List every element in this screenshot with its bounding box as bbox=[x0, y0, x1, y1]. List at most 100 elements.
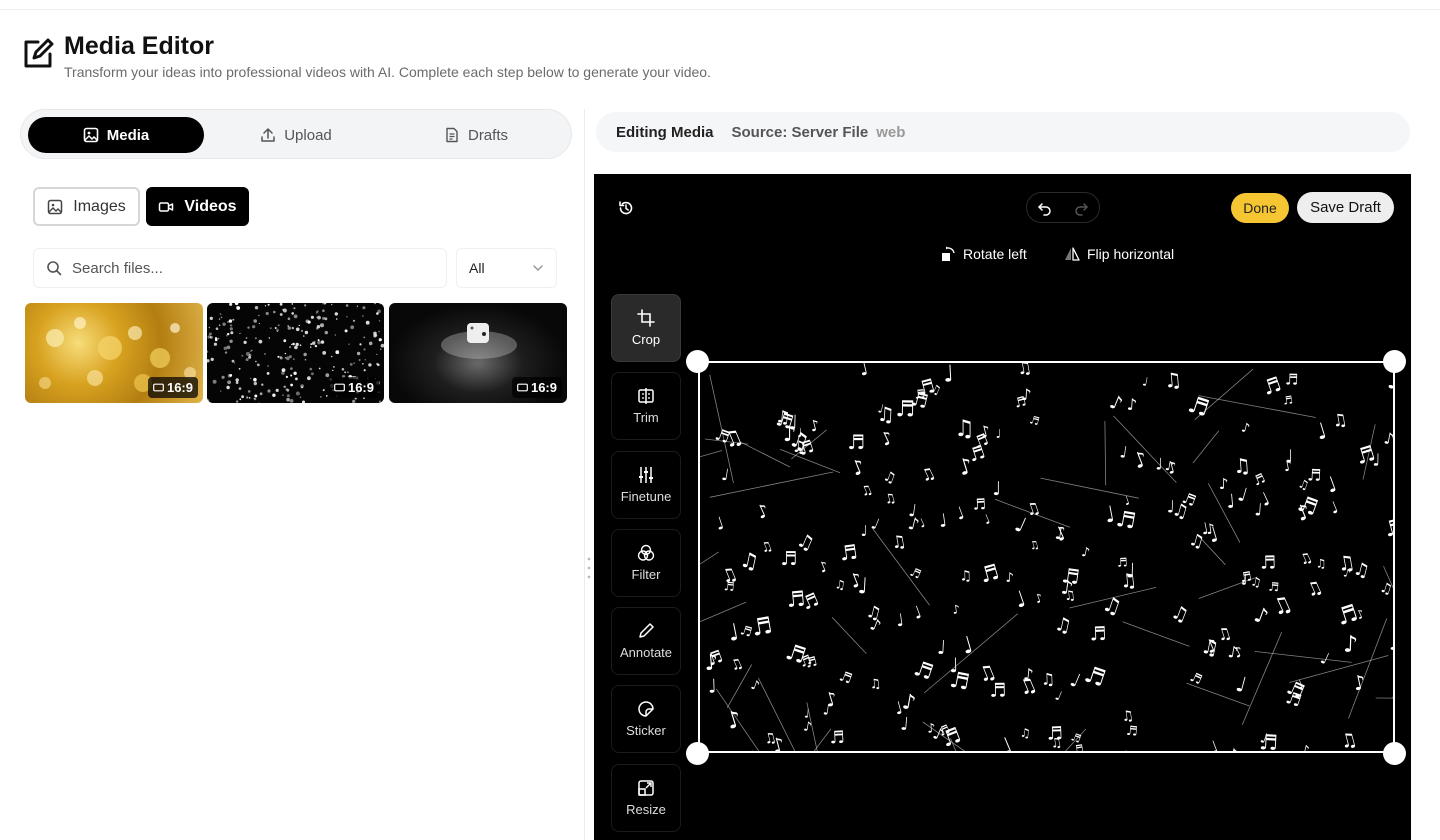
svg-text:♬: ♬ bbox=[1251, 471, 1268, 490]
svg-text:♩: ♩ bbox=[936, 637, 946, 659]
tool-annotate[interactable]: Annotate bbox=[611, 607, 681, 675]
page-title: Media Editor bbox=[64, 32, 215, 60]
svg-text:♬: ♬ bbox=[1072, 742, 1085, 753]
svg-text:♫: ♫ bbox=[1120, 708, 1135, 726]
filter-videos-button[interactable]: Videos bbox=[146, 187, 249, 226]
svg-text:♫: ♫ bbox=[869, 676, 882, 692]
media-thumbnail[interactable]: 16:9 bbox=[207, 303, 384, 403]
filter-videos-label: Videos bbox=[184, 197, 237, 215]
svg-text:♬: ♬ bbox=[947, 668, 971, 696]
tab-upload[interactable]: Upload bbox=[211, 117, 381, 153]
tool-filter[interactable]: Filter bbox=[611, 529, 681, 597]
filter-images-label: Images bbox=[73, 197, 126, 215]
resize-icon bbox=[638, 780, 654, 796]
aspect-badge: 16:9 bbox=[511, 377, 562, 398]
svg-text:♬: ♬ bbox=[1185, 391, 1213, 422]
svg-text:♫: ♫ bbox=[1168, 601, 1192, 628]
tool-resize-label: Resize bbox=[626, 802, 666, 817]
crop-handle-top-left[interactable] bbox=[686, 350, 709, 373]
svg-text:♫: ♫ bbox=[1316, 557, 1327, 571]
save-draft-button[interactable]: Save Draft bbox=[1297, 192, 1394, 223]
svg-text:♫: ♫ bbox=[1296, 476, 1311, 493]
svg-text:♬: ♬ bbox=[1187, 670, 1204, 688]
sliders-icon bbox=[639, 467, 653, 483]
tool-finetune[interactable]: Finetune bbox=[611, 451, 681, 519]
history-button[interactable] bbox=[612, 194, 640, 222]
tab-media[interactable]: Media bbox=[28, 117, 204, 153]
flip-horizontal-button[interactable]: Flip horizontal bbox=[1064, 246, 1174, 262]
search-input[interactable] bbox=[72, 259, 412, 277]
type-select[interactable]: All bbox=[456, 248, 557, 288]
svg-text:♩: ♩ bbox=[937, 510, 948, 532]
svg-text:♫: ♫ bbox=[1378, 579, 1395, 598]
history-icon bbox=[619, 201, 633, 215]
crop-handle-bottom-right[interactable] bbox=[1383, 742, 1406, 765]
svg-text:♪: ♪ bbox=[1251, 602, 1272, 629]
crop-handle-top-right[interactable] bbox=[1383, 350, 1406, 373]
trim-icon bbox=[638, 388, 654, 404]
tool-crop[interactable]: Crop bbox=[611, 294, 681, 362]
crop-handle-bottom-left[interactable] bbox=[686, 742, 709, 765]
svg-text:♪: ♪ bbox=[817, 558, 831, 576]
chevron-down-icon bbox=[533, 265, 543, 271]
flip-horizontal-label: Flip horizontal bbox=[1087, 246, 1175, 262]
svg-text:♫: ♫ bbox=[917, 463, 938, 486]
svg-text:♬: ♬ bbox=[780, 548, 797, 570]
svg-text:♬: ♬ bbox=[1081, 661, 1109, 692]
tool-sticker[interactable]: Sticker bbox=[611, 685, 681, 753]
video-preview[interactable]: ♩♪♩♬♫♪♬♫♩♫♪♩♩♬♫♫♩♫♬♫♩♩♬♫♪♪♬♬♬♬♫♬♬♫♩♬♩♫♩♩… bbox=[698, 361, 1395, 753]
svg-text:♫: ♫ bbox=[1297, 549, 1315, 569]
svg-text:♩: ♩ bbox=[887, 748, 899, 753]
redo-icon[interactable] bbox=[1073, 200, 1089, 216]
media-thumbnail[interactable]: 16:9 bbox=[25, 303, 203, 403]
svg-text:♫: ♫ bbox=[881, 468, 898, 487]
svg-text:♫: ♫ bbox=[728, 655, 746, 675]
upload-icon bbox=[261, 128, 275, 142]
svg-text:♪: ♪ bbox=[900, 689, 917, 715]
svg-text:♬: ♬ bbox=[1268, 580, 1280, 595]
svg-text:♫: ♫ bbox=[1019, 726, 1031, 741]
done-button[interactable]: Done bbox=[1231, 193, 1289, 223]
svg-text:♬: ♬ bbox=[938, 723, 964, 752]
svg-text:♪: ♪ bbox=[848, 454, 869, 481]
svg-text:♩: ♩ bbox=[1155, 454, 1163, 473]
tool-resize[interactable]: Resize bbox=[611, 764, 681, 832]
svg-text:♬: ♬ bbox=[1382, 514, 1395, 542]
tab-drafts[interactable]: Drafts bbox=[391, 117, 561, 153]
svg-text:♪: ♪ bbox=[1130, 446, 1151, 473]
svg-text:♩: ♩ bbox=[1241, 571, 1248, 589]
main-tabs: Media Upload Drafts bbox=[20, 109, 572, 159]
svg-text:♬: ♬ bbox=[838, 539, 859, 565]
svg-text:♬: ♬ bbox=[785, 587, 806, 613]
ratio-icon bbox=[153, 383, 164, 392]
rotate-left-button[interactable]: Rotate left bbox=[940, 246, 1027, 262]
svg-text:♩: ♩ bbox=[942, 363, 954, 388]
filter-images-button[interactable]: Images bbox=[33, 187, 140, 226]
svg-text:♫: ♫ bbox=[1163, 367, 1183, 392]
svg-text:♪: ♪ bbox=[1080, 545, 1091, 561]
media-thumbnail[interactable]: 16:9 bbox=[389, 303, 567, 403]
page-header: Media Editor Transform your ideas into p… bbox=[22, 32, 711, 80]
top-bar bbox=[0, 0, 1440, 10]
svg-text:♩: ♩ bbox=[1225, 490, 1236, 513]
svg-text:♩: ♩ bbox=[1119, 442, 1129, 462]
resize-grip-icon[interactable] bbox=[587, 556, 591, 580]
svg-text:♩: ♩ bbox=[895, 611, 906, 632]
svg-text:♫: ♫ bbox=[1338, 728, 1360, 753]
svg-text:♫: ♫ bbox=[883, 491, 898, 509]
ratio-icon bbox=[517, 383, 528, 392]
svg-text:♩: ♩ bbox=[1141, 374, 1149, 389]
media-editor: Done Save Draft Rotate left Flip horizon… bbox=[594, 174, 1411, 840]
svg-text:♪: ♪ bbox=[1005, 571, 1014, 586]
svg-text:♩: ♩ bbox=[1067, 669, 1084, 693]
svg-text:♬: ♬ bbox=[1334, 600, 1362, 631]
image-icon bbox=[48, 199, 63, 214]
svg-text:♬: ♬ bbox=[1285, 371, 1299, 389]
tool-trim[interactable]: Trim bbox=[611, 372, 681, 440]
svg-text:♩: ♩ bbox=[1233, 672, 1249, 698]
undo-icon[interactable] bbox=[1037, 200, 1053, 216]
edit-icon bbox=[24, 38, 54, 68]
flip-horizontal-icon bbox=[1065, 247, 1080, 261]
rotate-left-label: Rotate left bbox=[963, 246, 1027, 262]
page-subtitle: Transform your ideas into professional v… bbox=[64, 64, 711, 80]
